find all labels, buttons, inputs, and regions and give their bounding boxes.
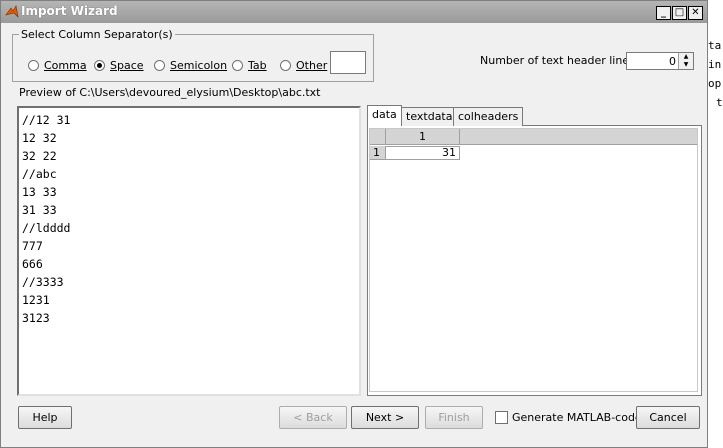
radio-space-label: Space [110,58,144,72]
preview-line: 12 32 [22,131,57,145]
import-wizard-dialog: Import Wizard _ □ ✕ Select Column Separa… [0,0,708,448]
preview-line: 777 [22,239,43,253]
preview-text-area[interactable]: //12 31 12 32 32 22 //abc 13 33 31 33 //… [17,106,361,396]
radio-comma-label: Comma [44,58,87,72]
header-lines-label: Number of text header lines: [480,54,639,67]
tab-colheaders[interactable]: colheaders [453,107,524,126]
radio-comma[interactable]: Comma [28,58,87,72]
window-title: Import Wizard [21,4,118,18]
background-code-text: ta in op t [708,36,723,112]
radio-tab-indicator[interactable] [232,59,243,71]
radio-tab-label: Tab [248,58,267,72]
other-separator-input[interactable] [330,51,366,74]
preview-line: 13 33 [22,185,57,199]
radio-comma-indicator[interactable] [28,59,39,71]
title-bar[interactable]: Import Wizard _ □ ✕ [1,1,707,23]
grid-header-row: 1 [370,129,697,145]
radio-space-indicator[interactable] [94,59,105,71]
grid-row-header[interactable]: 1 [370,146,385,160]
preview-label: Preview of C:\Users\devoured_elysium\Des… [19,86,321,99]
cancel-button[interactable]: Cancel [636,406,700,429]
preview-line: 666 [22,257,43,271]
data-grid[interactable]: 1 1 31 [369,128,698,392]
finish-button[interactable]: Finish [425,406,483,429]
grid-cell[interactable]: 31 [385,146,460,160]
preview-line: 31 33 [22,203,57,217]
grid-column-header[interactable]: 1 [385,129,460,145]
radio-other-label: Other [296,58,328,72]
maximize-button[interactable]: □ [672,6,687,20]
background-line: op [708,77,722,90]
radio-space[interactable]: Space [94,58,144,72]
radio-other-indicator[interactable] [280,59,291,71]
back-button[interactable]: < Back [279,406,347,429]
generate-code-label[interactable]: Generate MATLAB-code [512,411,642,424]
tab-textdata[interactable]: textdata [401,107,458,126]
preview-line: 32 22 [22,149,57,163]
header-lines-value[interactable]: 0 [669,55,676,68]
preview-line: //ldddd [22,221,71,235]
help-button[interactable]: Help [18,406,72,429]
spinner-arrows-icon[interactable]: ▲ ▼ [678,53,693,69]
header-lines-spinner[interactable]: 0 ▲ ▼ [626,52,694,70]
minimize-button[interactable]: _ [656,6,671,20]
preview-lines: //12 31 12 32 32 22 //abc 13 33 31 33 //… [22,111,70,327]
close-button[interactable]: ✕ [688,6,703,20]
background-line: in [708,58,722,71]
preview-line: //abc [22,167,57,181]
radio-other[interactable]: Other [280,58,327,72]
preview-line: 1231 [22,293,50,307]
preview-line: 3123 [22,311,50,325]
background-line: ta [708,39,722,52]
preview-line: //3333 [22,275,64,289]
matlab-logo-icon [5,5,19,18]
tab-data[interactable]: data [367,105,402,126]
radio-semicolon-label: Semicolon [170,58,228,72]
separator-group-legend: Select Column Separator(s) [19,28,175,41]
generate-code-checkbox[interactable] [495,411,508,424]
radio-semicolon[interactable]: Semicolon [154,58,227,72]
radio-tab[interactable]: Tab [232,58,267,72]
background-line: t [716,96,723,109]
radio-semicolon-indicator[interactable] [154,59,165,71]
next-button[interactable]: Next > [351,406,419,429]
preview-line: //12 31 [22,113,71,127]
